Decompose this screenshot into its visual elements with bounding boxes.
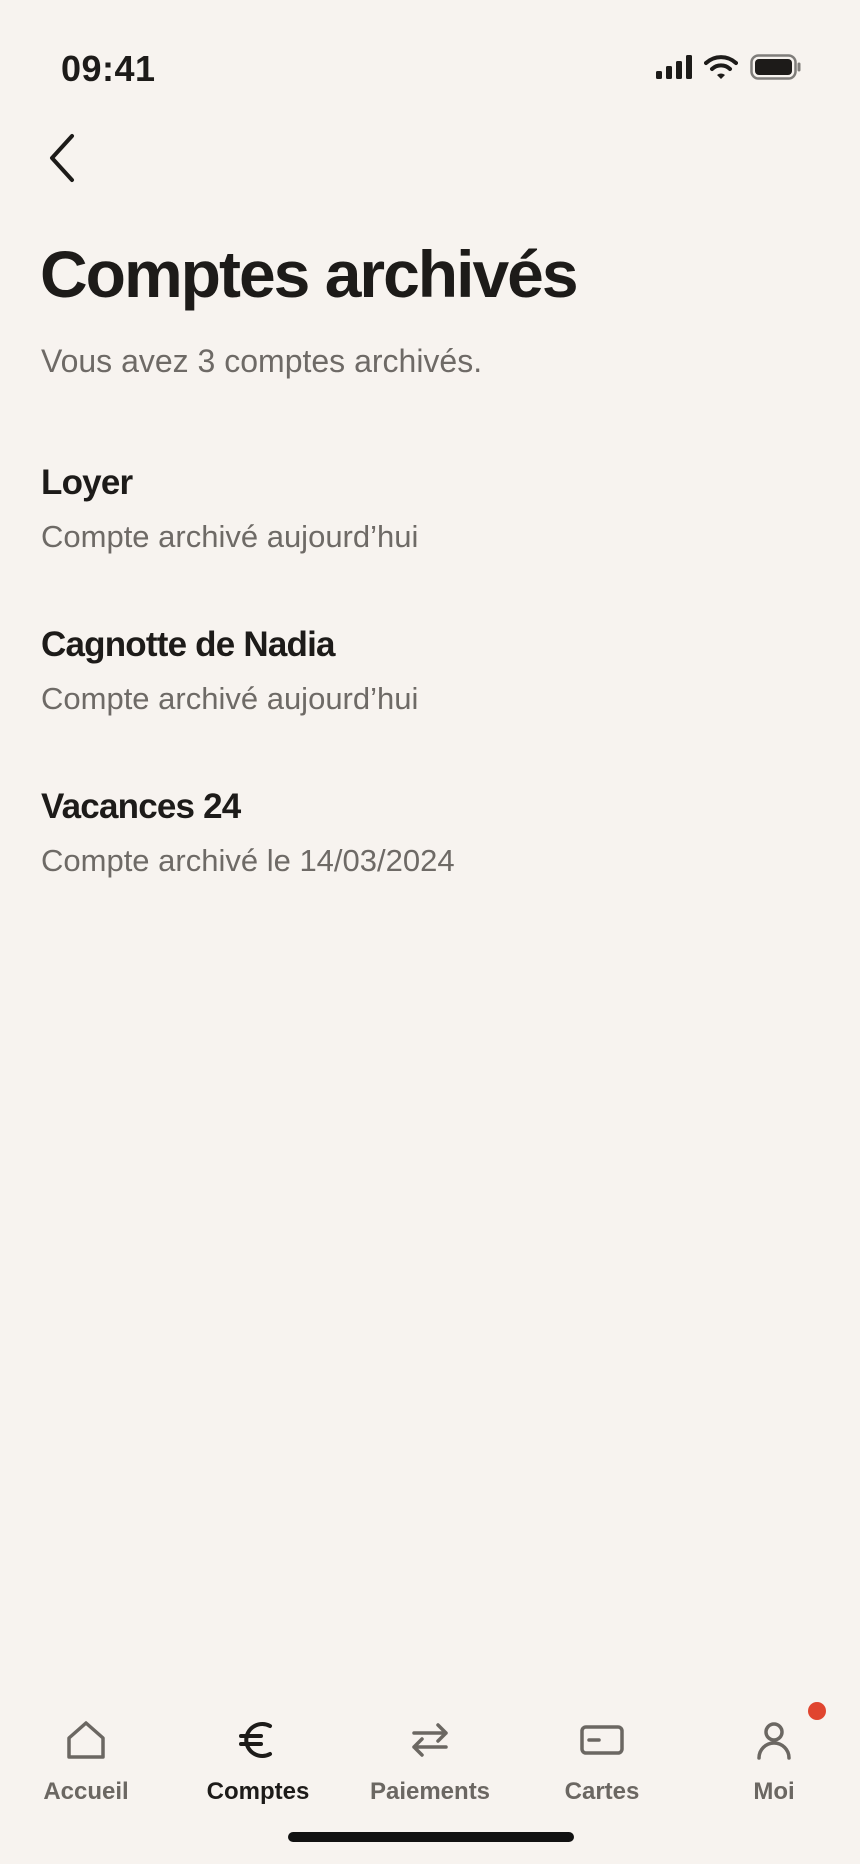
back-button[interactable]: [38, 128, 86, 192]
status-icons: [656, 54, 802, 85]
user-icon: [752, 1714, 796, 1766]
account-archive-date: Compte archivé le 14/03/2024: [41, 843, 455, 878]
tab-accueil[interactable]: Accueil: [0, 1700, 172, 1810]
transfer-arrows-icon: [408, 1714, 452, 1766]
status-bar: 09:41: [0, 0, 860, 140]
account-item-vacances-24[interactable]: Vacances 24 Compte archivé le 14/03/2024: [41, 786, 821, 948]
battery-icon: [750, 54, 802, 85]
tab-label: Cartes: [564, 1778, 640, 1805]
tab-moi[interactable]: Moi: [688, 1700, 860, 1810]
tab-label: Paiements: [369, 1778, 491, 1805]
account-archive-date: Compte archivé aujourd’hui: [41, 519, 419, 554]
home-indicator: [288, 1832, 574, 1842]
tab-label: Moi: [753, 1778, 795, 1805]
chevron-left-icon: [47, 133, 77, 188]
page-title: Comptes archivés: [40, 237, 579, 311]
account-name: Cagnotte de Nadia: [41, 625, 335, 664]
page-subtitle: Vous avez 3 comptes archivés.: [41, 343, 483, 379]
tab-cartes[interactable]: Cartes: [516, 1700, 688, 1810]
signal-icon: [656, 55, 692, 84]
euro-icon: [236, 1714, 280, 1766]
account-archive-date: Compte archivé aujourd’hui: [41, 681, 419, 716]
tab-label: Comptes: [206, 1778, 310, 1805]
wifi-icon: [704, 54, 738, 85]
account-item-loyer[interactable]: Loyer Compte archivé aujourd’hui: [41, 462, 821, 624]
account-item-cagnotte-de-nadia[interactable]: Cagnotte de Nadia Compte archivé aujourd…: [41, 624, 821, 786]
tab-paiements[interactable]: Paiements: [344, 1700, 516, 1810]
archived-accounts-list: Loyer Compte archivé aujourd’hui Cagnott…: [41, 462, 821, 948]
card-icon: [579, 1714, 625, 1766]
tab-comptes[interactable]: Comptes: [172, 1700, 344, 1810]
account-name: Loyer: [41, 463, 133, 502]
account-name: Vacances 24: [41, 787, 241, 826]
notification-badge: [808, 1702, 826, 1720]
home-icon: [64, 1714, 108, 1766]
tab-label: Accueil: [43, 1778, 129, 1805]
bottom-tab-bar: Accueil Comptes Paiements Cartes Moi: [0, 1700, 860, 1810]
status-time: 09:41: [61, 48, 156, 89]
